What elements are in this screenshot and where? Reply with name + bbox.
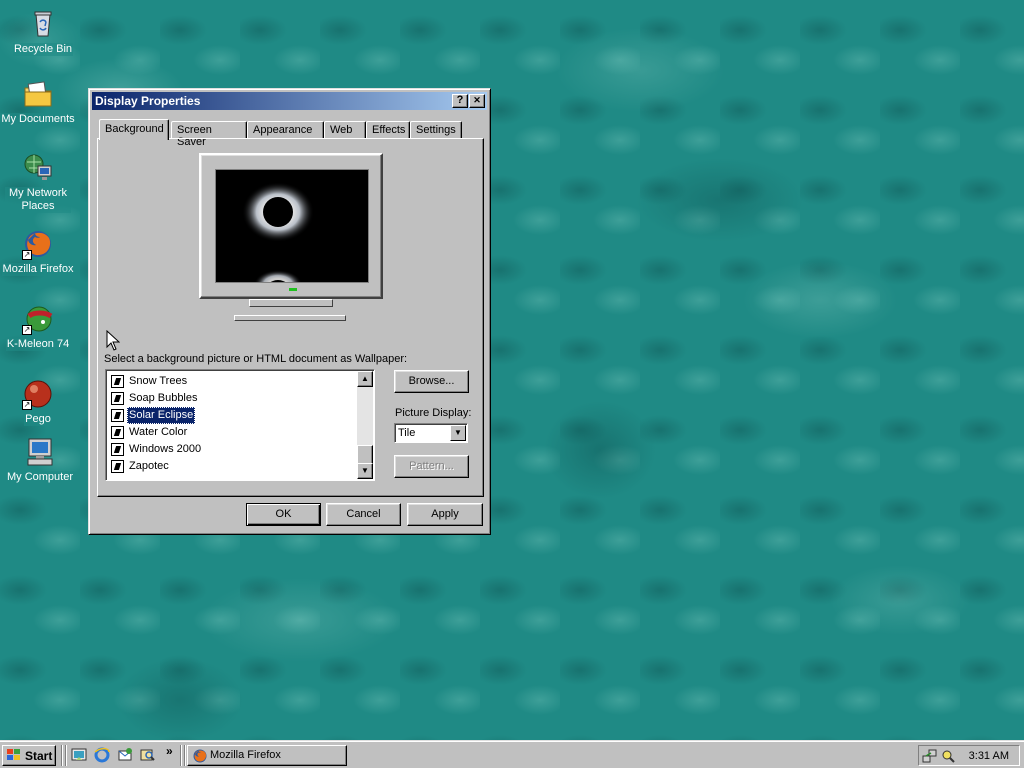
taskbar-grip [65,745,67,766]
task-label: Mozilla Firefox [210,749,281,761]
internet-explorer-icon[interactable] [94,747,112,765]
desktop-icon-my-network-places[interactable]: My Network Places [0,152,76,213]
start-label: Start [25,749,53,763]
quick-launch-chevron[interactable]: » [166,744,173,758]
shortcut-arrow-icon: ↗ [22,400,32,410]
taskbar-button-firefox[interactable]: Mozilla Firefox [187,745,347,766]
tab-web[interactable]: Web [324,121,366,139]
desktop-icon-label: K-Meleon 74 [5,338,71,351]
tab-screen-saver[interactable]: Screen Saver [171,121,247,148]
browse-button[interactable]: Browse... [394,370,469,393]
start-button[interactable]: Start [2,745,56,766]
taskbar-separator [61,745,63,766]
desktop-icon-label: My Network Places [5,187,71,213]
vertical-scrollbar[interactable]: ▲ ▼ [357,371,373,479]
k-meleon-icon: ↗ [22,303,54,335]
cancel-button[interactable]: Cancel [326,503,401,526]
search-tray-icon[interactable] [940,748,956,764]
tab-effects[interactable]: Effects [366,121,410,139]
shortcut-arrow-icon: ↗ [22,325,32,335]
wallpaper-prompt: Select a background picture or HTML docu… [104,353,408,365]
shortcut-arrow-icon: ↗ [22,250,32,260]
taskbar-separator [180,745,182,766]
picture-display-select[interactable]: Tile ▼ [394,423,468,443]
desktop-icon-label: My Documents [0,113,76,126]
monitor-preview [199,153,383,299]
display-properties-window[interactable]: Display Properties ? ✕ Background Screen… [88,88,491,535]
desktop-icon-my-documents[interactable]: My Documents [0,78,76,126]
image-file-icon [111,426,124,439]
pattern-button: Pattern... [394,455,469,478]
list-item[interactable]: Soap Bubbles [109,390,356,407]
image-file-icon [111,443,124,456]
picture-display-label: Picture Display: [395,407,472,419]
clock[interactable]: 3:31 AM [969,750,1009,762]
list-item[interactable]: Snow Trees [109,373,356,390]
solar-eclipse-image [216,170,368,282]
list-item-selected[interactable]: Solar Eclipse [109,407,356,424]
monitor-stand [249,299,333,307]
ok-button[interactable]: OK [246,503,321,526]
desktop-icon-label: Mozilla Firefox [1,263,75,276]
desktop-icon-recycle-bin[interactable]: Recycle Bin [5,8,81,56]
list-item[interactable]: Water Color [109,424,356,441]
windows-logo-icon [7,749,21,762]
computer-icon [24,436,56,468]
system-tray: 3:31 AM [918,745,1020,766]
chevron-down-icon[interactable]: ▼ [450,425,466,441]
picture-display-value: Tile [398,427,416,439]
desktop-icon-pego[interactable]: ↗ Pego [0,378,76,426]
desktop-icon-label: Recycle Bin [12,43,74,56]
list-item[interactable]: Zapotec [109,458,356,475]
image-file-icon [111,409,124,422]
list-item[interactable]: Windows 2000 [109,441,356,458]
network-icon [22,152,54,184]
folder-documents-icon [22,78,54,110]
close-button[interactable]: ✕ [469,94,485,108]
monitor-power-led [289,288,297,291]
tab-settings[interactable]: Settings [410,121,462,139]
pego-icon: ↗ [22,378,54,410]
image-file-icon [111,375,124,388]
search-icon[interactable] [140,747,158,765]
desktop-icon-mozilla-firefox[interactable]: ↗ Mozilla Firefox [0,228,76,276]
desktop-icon-label: Pego [24,413,52,426]
desktop-icon-my-computer[interactable]: My Computer [2,436,78,484]
window-title: Display Properties [95,94,201,108]
tab-appearance[interactable]: Appearance [247,121,324,139]
scroll-thumb[interactable] [357,445,373,465]
apply-button[interactable]: Apply [407,503,483,526]
taskbar: Start » Mozilla Firefox 3:31 AM [0,740,1024,768]
desktop-icon-k-meleon[interactable]: ↗ K-Meleon 74 [0,303,76,351]
scroll-up-button[interactable]: ▲ [357,371,373,387]
monitor-base [234,315,346,321]
wallpaper-list[interactable]: Snow Trees Soap Bubbles Solar Eclipse Wa… [105,369,375,481]
image-file-icon [111,392,124,405]
recycle-bin-icon [27,8,59,40]
network-tray-icon[interactable] [922,748,938,764]
tab-background[interactable]: Background [99,119,169,140]
firefox-icon [193,749,207,763]
image-file-icon [111,460,124,473]
title-bar[interactable]: Display Properties ? ✕ [92,92,487,110]
taskbar-grip [184,745,186,766]
firefox-icon: ↗ [22,228,54,260]
show-desktop-icon[interactable] [71,747,89,765]
wallpaper-preview [215,169,369,283]
outlook-express-icon[interactable] [117,747,135,765]
help-button[interactable]: ? [452,94,468,108]
mouse-cursor-icon [106,330,120,351]
desktop-icon-label: My Computer [5,471,75,484]
scroll-down-button[interactable]: ▼ [357,463,373,479]
